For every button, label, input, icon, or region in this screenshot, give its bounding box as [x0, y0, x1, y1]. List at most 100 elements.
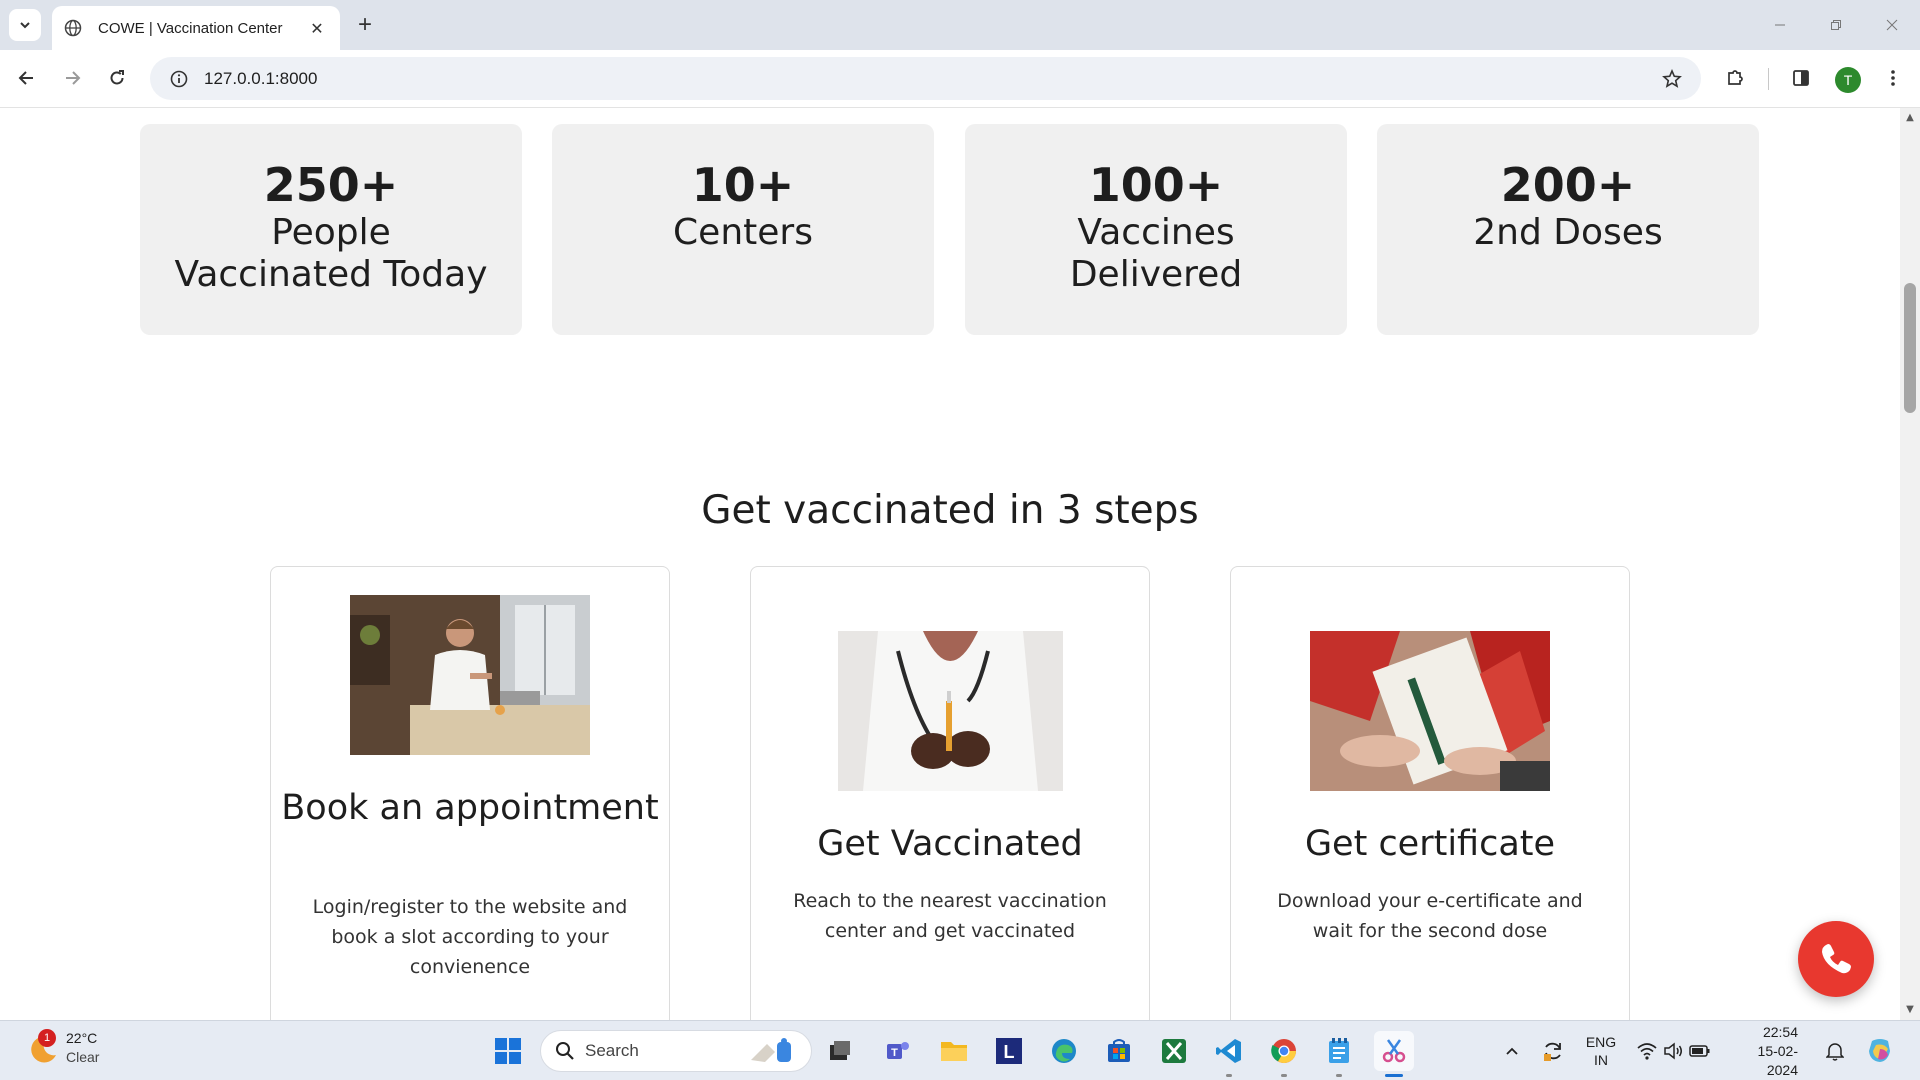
puzzle-icon: [1728, 70, 1743, 85]
step-title: Book an appointment: [281, 788, 659, 828]
notifications-button[interactable]: [1822, 1031, 1848, 1071]
weather-text: 22°C Clear: [66, 1029, 99, 1067]
call-button[interactable]: [1798, 921, 1874, 997]
profile-avatar[interactable]: T: [1835, 67, 1861, 93]
taskbar-store[interactable]: [1099, 1031, 1139, 1071]
scroll-up-icon[interactable]: ▲: [1904, 112, 1916, 124]
stat-label: People Vaccinated Today: [174, 212, 488, 295]
taskbar-chrome[interactable]: [1264, 1031, 1304, 1077]
reload-icon: [110, 70, 124, 85]
side-panel-button[interactable]: [1783, 60, 1819, 96]
language-line: ENG: [1585, 1034, 1617, 1050]
region-line: IN: [1594, 1052, 1608, 1068]
snipping-tool-icon: [1382, 1039, 1406, 1063]
stat-label: Centers: [673, 212, 813, 253]
address-bar[interactable]: 127.0.0.1:8000: [150, 57, 1701, 100]
step-card-book: Book an appointment Login/register to th…: [270, 566, 670, 1020]
reload-button[interactable]: [99, 60, 135, 96]
stat-label: 2nd Doses: [1473, 212, 1663, 253]
scroll-down-icon[interactable]: ▼: [1904, 1004, 1916, 1016]
edge-icon: [1052, 1039, 1076, 1063]
start-button[interactable]: [488, 1031, 528, 1071]
tab-title: COWE | Vaccination Center: [98, 19, 283, 37]
section-title: Get vaccinated in 3 steps: [701, 488, 1199, 533]
taskbar-file-explorer[interactable]: [934, 1031, 974, 1071]
windows-logo-icon: [495, 1038, 521, 1064]
clock-date: 15-02-2024: [1757, 1042, 1798, 1078]
close-window-button[interactable]: [1864, 0, 1920, 50]
running-indicator: [1226, 1074, 1232, 1077]
step-image-vaccination: [838, 631, 1063, 791]
arrow-left-icon: [18, 71, 33, 85]
back-button[interactable]: [9, 60, 45, 96]
taskbar-l-app[interactable]: L: [989, 1031, 1029, 1071]
page-scrollbar[interactable]: ▲ ▼: [1900, 108, 1920, 1020]
scrollbar-thumb[interactable]: [1904, 283, 1916, 413]
stat-label: Vaccines Delivered: [1069, 212, 1243, 295]
taskbar-vscode[interactable]: [1209, 1031, 1249, 1077]
taskbar-notepad[interactable]: [1319, 1031, 1359, 1077]
sync-icon: [1544, 1042, 1561, 1061]
svg-text:T: T: [891, 1047, 898, 1059]
step-card-certificate: Get certificate Download your e-certific…: [1230, 566, 1630, 1020]
minimize-button[interactable]: [1752, 0, 1808, 50]
weather-badge: 1: [38, 1029, 56, 1047]
browser-tab[interactable]: COWE | Vaccination Center ✕: [52, 6, 340, 50]
vscode-icon: [1216, 1039, 1241, 1063]
tray-sync[interactable]: [1538, 1031, 1568, 1071]
new-tab-button[interactable]: +: [350, 10, 380, 40]
copilot-button[interactable]: [1862, 1031, 1898, 1071]
active-indicator: [1385, 1074, 1403, 1077]
system-tray-status[interactable]: [1634, 1031, 1714, 1071]
globe-icon: [62, 17, 84, 39]
taskbar-search[interactable]: Search: [540, 1030, 812, 1072]
stat-number: 200+: [1500, 158, 1636, 212]
step-description: Download your e-certificate and wait for…: [1277, 890, 1583, 942]
clock[interactable]: 22:54 15-02-2024: [1728, 1024, 1798, 1078]
step-title: Get Vaccinated: [817, 824, 1083, 864]
more-vertical-icon: [1891, 70, 1895, 86]
language-indicator[interactable]: ENG IN: [1580, 1031, 1622, 1071]
tab-search-button[interactable]: [9, 9, 41, 41]
copilot-icon: [1869, 1039, 1890, 1062]
url-text: 127.0.0.1:8000: [204, 68, 318, 88]
taskbar-task-view[interactable]: [820, 1031, 860, 1071]
excel-icon: [1162, 1039, 1186, 1063]
taskbar-snipping-tool[interactable]: [1374, 1031, 1414, 1077]
stat-card-centers: 10+ Centers: [552, 124, 934, 335]
stat-card-people-vaccinated: 250+ People Vaccinated Today: [140, 124, 522, 335]
browser-tab-strip: COWE | Vaccination Center ✕ +: [0, 0, 1920, 50]
chrome-icon: [1271, 1039, 1296, 1064]
window-controls: [1752, 0, 1920, 50]
running-indicator: [1281, 1074, 1287, 1077]
weather-temp: 22°C: [66, 1030, 98, 1046]
close-tab-icon[interactable]: ✕: [306, 17, 328, 39]
search-icon: [556, 1042, 574, 1060]
site-info-icon[interactable]: [166, 66, 192, 92]
taskbar-excel[interactable]: [1154, 1031, 1194, 1071]
forward-button[interactable]: [54, 60, 90, 96]
battery-icon: [1689, 1045, 1710, 1057]
taskbar-teams[interactable]: T: [878, 1031, 918, 1071]
moon-icon: 1: [26, 1029, 60, 1065]
step-description: Login/register to the website and book a…: [312, 896, 628, 978]
restore-button[interactable]: [1808, 0, 1864, 50]
extensions-button[interactable]: [1717, 60, 1753, 96]
stat-card-second-doses: 200+ 2nd Doses: [1377, 124, 1759, 335]
weather-widget[interactable]: 1 22°C Clear: [26, 1029, 99, 1067]
chevron-up-icon: [1506, 1047, 1518, 1055]
menu-button[interactable]: [1875, 60, 1911, 96]
stat-number: 250+: [263, 158, 399, 212]
search-label: Search: [585, 1041, 639, 1060]
folder-icon: [941, 1042, 967, 1061]
toolbar-divider: [1768, 68, 1769, 90]
show-hidden-icons[interactable]: [1499, 1031, 1525, 1071]
wifi-icon: [1637, 1043, 1657, 1060]
l-app-icon: L: [996, 1038, 1022, 1064]
step-title: Get certificate: [1304, 824, 1556, 864]
taskbar-edge[interactable]: [1044, 1031, 1084, 1071]
task-view-icon: [830, 1041, 850, 1060]
stat-card-vaccines-delivered: 100+ Vaccines Delivered: [965, 124, 1347, 335]
browser-toolbar: 127.0.0.1:8000: [0, 50, 1920, 108]
bookmark-star-icon[interactable]: [1659, 66, 1685, 92]
